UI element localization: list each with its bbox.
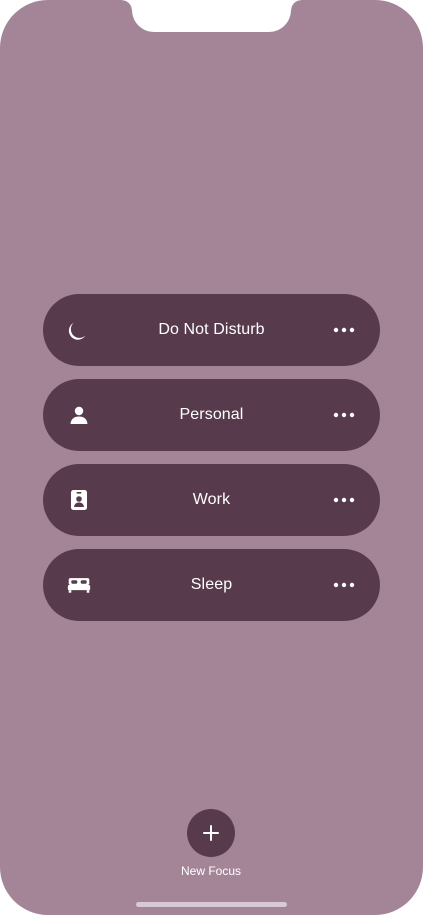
ellipsis-icon: [333, 582, 355, 588]
more-options-button[interactable]: [330, 488, 358, 512]
more-options-button[interactable]: [330, 403, 358, 427]
focus-label: Do Not Disturb: [158, 321, 265, 338]
more-options-button[interactable]: [330, 573, 358, 597]
focus-screen: Do Not Disturb Personal Work Sleep New F…: [0, 0, 423, 915]
id-badge-icon: [67, 488, 91, 512]
moon-icon: [67, 318, 91, 342]
more-options-button[interactable]: [330, 318, 358, 342]
focus-item-sleep[interactable]: Sleep: [43, 549, 380, 621]
new-focus-button[interactable]: [187, 809, 235, 857]
ellipsis-icon: [333, 327, 355, 333]
ellipsis-icon: [333, 412, 355, 418]
focus-item-personal[interactable]: Personal: [43, 379, 380, 451]
new-focus-label[interactable]: New Focus: [141, 864, 281, 878]
focus-item-work[interactable]: Work: [43, 464, 380, 536]
focus-item-do-not-disturb[interactable]: Do Not Disturb: [43, 294, 380, 366]
focus-label: Work: [192, 491, 231, 508]
device-notch: [122, 0, 301, 32]
focus-list: Do Not Disturb Personal Work Sleep: [43, 294, 380, 634]
bed-icon: [67, 573, 91, 597]
plus-icon: [203, 825, 219, 841]
person-icon: [67, 403, 91, 427]
home-indicator[interactable]: [136, 902, 287, 907]
focus-label: Personal: [179, 406, 244, 423]
focus-label: Sleep: [190, 576, 233, 593]
ellipsis-icon: [333, 497, 355, 503]
